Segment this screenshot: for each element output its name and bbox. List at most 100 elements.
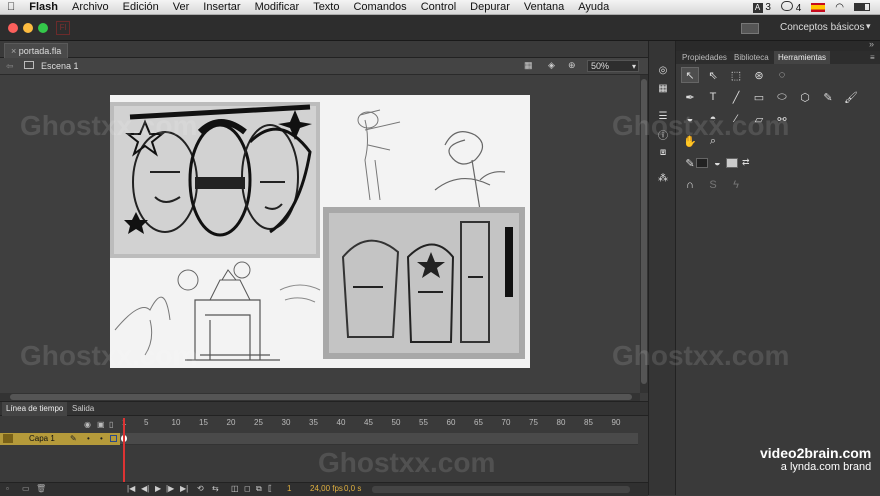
timeline-scrollbar[interactable] bbox=[372, 486, 630, 493]
adobe-status-icon[interactable]: A 3 bbox=[752, 2, 771, 13]
layer-frames[interactable] bbox=[120, 433, 638, 445]
creative-cloud-status-icon[interactable]: 4 bbox=[780, 0, 801, 14]
free-transform-tool-icon[interactable]: ⬚ bbox=[727, 67, 745, 83]
minimize-window-button[interactable] bbox=[23, 23, 33, 33]
3d-rotation-tool-icon[interactable]: ⊛ bbox=[750, 67, 768, 83]
new-folder-icon[interactable]: ▭ bbox=[22, 484, 30, 493]
layer-lock-dot[interactable]: • bbox=[100, 433, 103, 445]
app-menu-flash[interactable]: Flash bbox=[22, 1, 65, 13]
polystar-tool-icon[interactable]: ⬡ bbox=[796, 89, 814, 105]
workspace-switcher[interactable]: Conceptos básicos bbox=[780, 22, 865, 33]
layer-outline-box[interactable] bbox=[110, 435, 117, 442]
eye-icon[interactable]: ◉ bbox=[84, 420, 91, 429]
step-forward-icon[interactable]: |▶ bbox=[166, 484, 174, 493]
current-frame[interactable]: 1 bbox=[287, 484, 291, 493]
swap-colors-icon[interactable]: ⇄ bbox=[742, 157, 750, 168]
oval-tool-icon[interactable]: ⬭ bbox=[773, 89, 791, 105]
pencil-tool-icon[interactable]: ✎ bbox=[819, 89, 837, 105]
rectangle-tool-icon[interactable]: ▭ bbox=[750, 89, 768, 105]
zoom-value: 50% bbox=[591, 61, 610, 71]
chevron-down-icon[interactable]: ▾ bbox=[866, 21, 871, 32]
close-tab-icon[interactable]: × bbox=[11, 46, 19, 56]
edit-bar: ⇦ Escena 1 ▦ ◈ ⊕ 50% ▾ bbox=[0, 58, 648, 75]
delete-layer-icon[interactable]: 🗑 bbox=[36, 484, 46, 493]
components-icon[interactable]: ⁂ bbox=[655, 171, 671, 185]
lock-icon[interactable]: ▣ bbox=[97, 420, 105, 429]
snap-magnet-icon[interactable]: ∩ bbox=[681, 177, 699, 193]
menu-comandos[interactable]: Comandos bbox=[346, 1, 413, 13]
fill-color-swatch[interactable] bbox=[726, 158, 738, 168]
panel-menu-icon[interactable]: ≡ bbox=[866, 51, 879, 64]
sketch-photo-characters[interactable] bbox=[323, 207, 525, 359]
menu-control[interactable]: Control bbox=[414, 1, 463, 13]
ruler-label: 40 bbox=[336, 418, 346, 427]
menu-ventana[interactable]: Ventana bbox=[517, 1, 571, 13]
layer-visible-dot[interactable]: • bbox=[87, 433, 90, 445]
transform-icon[interactable]: ⧆ bbox=[655, 145, 671, 159]
onion-skin-icon[interactable]: ◫ bbox=[231, 484, 239, 493]
menu-ver[interactable]: Ver bbox=[166, 1, 197, 13]
smooth-option-icon[interactable]: S bbox=[704, 177, 722, 193]
menu-edicion[interactable]: Edición bbox=[116, 1, 166, 13]
ruler-label: 65 bbox=[474, 418, 483, 427]
playhead[interactable] bbox=[123, 418, 125, 482]
menu-insertar[interactable]: Insertar bbox=[196, 1, 247, 13]
color-wheel-icon[interactable]: ◎ bbox=[655, 63, 671, 77]
menu-depurar[interactable]: Depurar bbox=[463, 1, 517, 13]
loop-icon[interactable]: ⟲ bbox=[197, 484, 204, 493]
outline-icon[interactable]: ▯ bbox=[109, 420, 113, 429]
battery-icon[interactable] bbox=[854, 3, 870, 11]
swatches-icon[interactable]: ▦ bbox=[655, 81, 671, 95]
edit-multiple-frames-icon[interactable]: ⧉ bbox=[256, 484, 262, 494]
sync-settings-icon[interactable] bbox=[741, 23, 759, 34]
lasso-tool-icon[interactable]: ◌ bbox=[773, 67, 791, 83]
subselection-tool-icon[interactable]: ⇖ bbox=[704, 67, 722, 83]
text-tool-icon[interactable]: T bbox=[704, 89, 722, 105]
center-frame-icon[interactable]: ⇆ bbox=[212, 484, 219, 493]
center-stage-icon[interactable]: ⊕ bbox=[568, 60, 576, 71]
new-layer-icon[interactable]: ▫ bbox=[6, 484, 9, 493]
tab-tools[interactable]: Herramientas bbox=[774, 51, 831, 64]
layer-row[interactable]: Capa 1 ✎ • • bbox=[0, 433, 120, 445]
brush-tool-icon[interactable]: 🖌 bbox=[842, 89, 860, 105]
panel-tabs: Propiedades Biblioteca Herramientas ≡ bbox=[676, 51, 880, 64]
stage-horizontal-scrollbar[interactable] bbox=[0, 393, 640, 401]
stroke-color-swatch[interactable] bbox=[696, 158, 708, 168]
sketch-figure-and-flower[interactable] bbox=[340, 100, 510, 210]
close-window-button[interactable] bbox=[8, 23, 18, 33]
selection-tool-icon[interactable]: ↖ bbox=[681, 67, 699, 83]
tab-library[interactable]: Biblioteca bbox=[730, 51, 773, 64]
double-chevron-icon[interactable]: » bbox=[869, 39, 874, 49]
scene-clapper-icon bbox=[24, 61, 34, 69]
back-arrow-icon[interactable]: ⇦ bbox=[6, 61, 14, 72]
watermark: Ghostxx.com bbox=[612, 340, 790, 371]
zoom-window-button[interactable] bbox=[38, 23, 48, 33]
onion-outline-icon[interactable]: ◻ bbox=[244, 484, 251, 493]
menu-texto[interactable]: Texto bbox=[306, 1, 346, 13]
pen-tool-icon[interactable]: ✒ bbox=[681, 89, 699, 105]
edit-symbols-icon[interactable]: ◈ bbox=[548, 60, 555, 71]
menu-modificar[interactable]: Modificar bbox=[248, 1, 307, 13]
scroll-thumb[interactable] bbox=[10, 394, 632, 400]
tab-output[interactable]: Salida bbox=[68, 402, 98, 416]
frame-rate[interactable]: 24,00 fps bbox=[310, 484, 343, 493]
menu-ayuda[interactable]: Ayuda bbox=[571, 1, 616, 13]
tab-properties[interactable]: Propiedades bbox=[678, 51, 731, 64]
menu-archivo[interactable]: Archivo bbox=[65, 1, 116, 13]
apple-menu[interactable]:  bbox=[0, 1, 22, 13]
go-to-end-icon[interactable]: ▶| bbox=[180, 484, 188, 493]
straighten-option-icon[interactable]: ϟ bbox=[727, 177, 745, 193]
edit-scene-icon[interactable]: ▦ bbox=[524, 60, 533, 71]
frame-ruler[interactable]: 151015202530354045505560657075808590 bbox=[120, 418, 638, 431]
tab-timeline[interactable]: Línea de tiempo bbox=[2, 402, 68, 416]
document-tab[interactable]: × portada.fla bbox=[4, 43, 69, 58]
line-tool-icon[interactable]: ╱ bbox=[727, 89, 745, 105]
wifi-icon[interactable]: ◠ bbox=[835, 2, 844, 13]
brand-line-1: video2brain.com bbox=[760, 445, 872, 461]
rewind-icon[interactable]: |◀ bbox=[127, 484, 135, 493]
zoom-select[interactable]: 50% ▾ bbox=[587, 60, 639, 72]
modify-markers-icon[interactable]: ⟦ bbox=[268, 484, 272, 493]
flag-icon[interactable] bbox=[811, 2, 826, 12]
step-back-icon[interactable]: ◀| bbox=[141, 484, 149, 493]
play-icon[interactable]: ▶ bbox=[155, 484, 161, 493]
